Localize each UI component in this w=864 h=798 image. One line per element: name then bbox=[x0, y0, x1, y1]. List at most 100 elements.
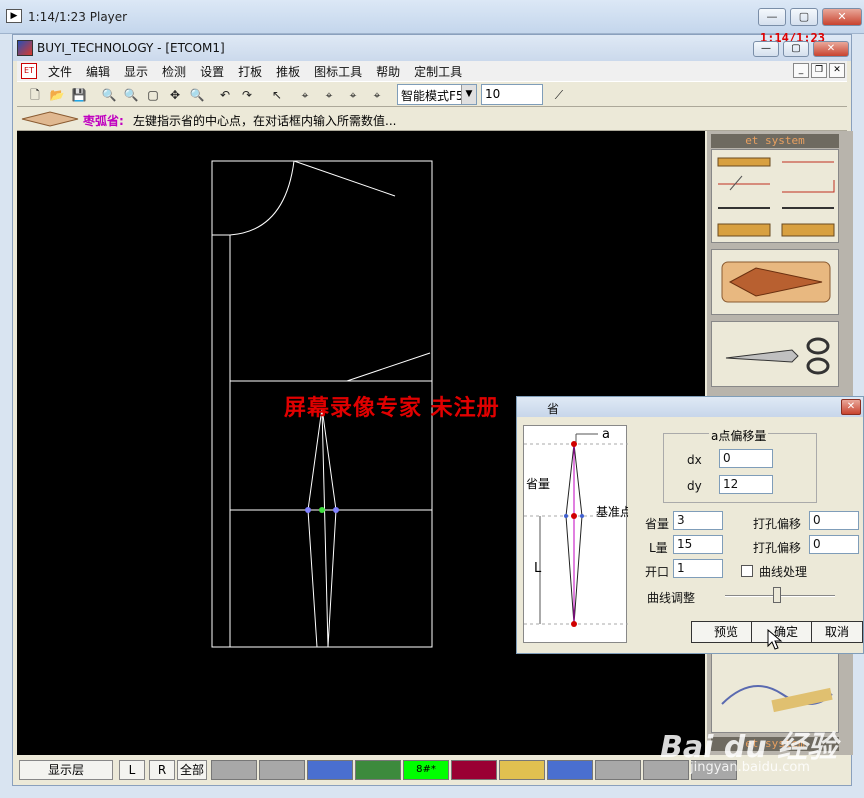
zoom-in-icon[interactable]: 🔍 bbox=[121, 85, 141, 105]
dart-center-point[interactable] bbox=[319, 507, 325, 513]
curve-process-checkbox[interactable] bbox=[741, 565, 753, 577]
document-icon[interactable]: ET bbox=[21, 63, 37, 79]
mdi-minimize-button[interactable]: _ bbox=[793, 63, 809, 78]
parallel-line-tool-icon[interactable] bbox=[718, 175, 770, 191]
pan-icon[interactable]: ✥ bbox=[165, 85, 185, 105]
dy-label: dy bbox=[687, 479, 702, 493]
dialog-close-button[interactable]: ✕ bbox=[841, 399, 861, 415]
curve-adjust-slider-thumb[interactable] bbox=[773, 587, 781, 603]
menu-check[interactable]: 检测 bbox=[155, 61, 193, 82]
hint-text: 左键指示省的中心点，在对话框内输入所需数值... bbox=[133, 114, 397, 128]
save-icon[interactable]: 💾 bbox=[69, 85, 89, 105]
shoulder-line bbox=[293, 160, 396, 197]
display-layer-button[interactable]: 显示层 bbox=[19, 760, 113, 780]
offset-group-title: a点偏移量 bbox=[709, 427, 769, 444]
dart-left bbox=[321, 407, 337, 648]
dart-dialog: 省 ✕ a 省量 基准点 L a点偏移量 dx 0 dy 12 省量 3 打孔偏… bbox=[516, 396, 864, 654]
dart-amount-label: 省量 bbox=[645, 517, 670, 531]
dx-input[interactable]: 0 bbox=[719, 449, 773, 468]
cancel-button[interactable]: 取消 bbox=[811, 621, 863, 643]
tool-grid-panel bbox=[711, 149, 839, 243]
player-close-button[interactable]: ✕ bbox=[822, 8, 862, 26]
l-amount-input[interactable]: 15 bbox=[673, 535, 723, 554]
measure-tool-panel[interactable] bbox=[711, 653, 839, 733]
opening-input[interactable]: 1 bbox=[673, 559, 723, 578]
palette-header-top: et system bbox=[711, 134, 839, 148]
select-delete-icon[interactable]: ↖ bbox=[267, 85, 287, 105]
hole-offset-input-2[interactable]: 0 bbox=[809, 535, 859, 554]
hole-offset-input-1[interactable]: 0 bbox=[809, 511, 859, 530]
player-minimize-button[interactable]: — bbox=[758, 8, 786, 26]
menu-file[interactable]: 文件 bbox=[41, 61, 79, 82]
color-swatch[interactable] bbox=[211, 760, 257, 780]
scissors-tool-panel[interactable] bbox=[711, 321, 839, 387]
angle-line-tool-icon[interactable] bbox=[782, 180, 835, 193]
zoom-all-icon[interactable]: 🔍 bbox=[187, 85, 207, 105]
menu-pattern[interactable]: 打板 bbox=[231, 61, 269, 82]
menu-help[interactable]: 帮助 bbox=[369, 61, 407, 82]
player-maximize-button[interactable]: ▢ bbox=[790, 8, 818, 26]
color-swatch[interactable]: 8#* bbox=[403, 760, 449, 780]
player-icon: ▶ bbox=[6, 9, 22, 23]
zoom-out-icon[interactable]: 🔍 bbox=[99, 85, 119, 105]
pencil-tool-icon[interactable] bbox=[717, 157, 771, 167]
dialog-title: 省 bbox=[547, 402, 560, 416]
app-titlebar: BUYI_TECHNOLOGY - [ETCOM1] 1:14/1:23 — ▢… bbox=[13, 31, 851, 61]
menu-settings[interactable]: 设置 bbox=[193, 61, 231, 82]
hole-offset-label-1: 打孔偏移 bbox=[753, 517, 802, 531]
menu-view[interactable]: 显示 bbox=[117, 61, 155, 82]
left-side-button[interactable]: L bbox=[119, 760, 145, 780]
color-swatch[interactable] bbox=[547, 760, 593, 780]
mdi-close-button[interactable]: ✕ bbox=[829, 63, 845, 78]
tape-measure-icon-2[interactable] bbox=[781, 223, 835, 237]
preview-label-dart: 省量 bbox=[526, 477, 550, 491]
point-tool-icon-4[interactable]: ⌖ bbox=[367, 85, 387, 105]
redo-icon[interactable]: ↷ bbox=[237, 85, 257, 105]
dart-point-right[interactable] bbox=[333, 507, 339, 513]
zoom-window-icon[interactable]: ▢ bbox=[143, 85, 163, 105]
side-line bbox=[346, 352, 431, 382]
open-folder-icon[interactable]: 📂 bbox=[47, 85, 67, 105]
dart-point-left[interactable] bbox=[305, 507, 311, 513]
dy-input[interactable]: 12 bbox=[719, 475, 773, 494]
dart-right bbox=[307, 407, 323, 648]
app-logo-icon bbox=[17, 40, 33, 56]
chevron-down-icon[interactable]: ▼ bbox=[461, 85, 476, 104]
dart-amount-input[interactable]: 3 bbox=[673, 511, 723, 530]
all-layers-button[interactable]: 全部 bbox=[177, 760, 207, 780]
undo-icon[interactable]: ↶ bbox=[215, 85, 235, 105]
app-minimize-button[interactable]: — bbox=[753, 41, 779, 57]
color-swatch[interactable] bbox=[451, 760, 497, 780]
app-close-button[interactable]: ✕ bbox=[813, 41, 849, 57]
hint-tool-label: 枣弧省: bbox=[83, 114, 124, 128]
color-swatch[interactable] bbox=[499, 760, 545, 780]
dart-tool-icon[interactable] bbox=[712, 250, 840, 316]
measure-tool-icon[interactable]: ⟋ bbox=[549, 85, 569, 105]
dart-tool-panel[interactable] bbox=[711, 249, 839, 315]
hint-bar: 枣弧省: 左键指示省的中心点，在对话框内输入所需数值... bbox=[17, 107, 847, 131]
tape-measure-icon-1[interactable] bbox=[717, 223, 771, 237]
point-tool-icon-2[interactable]: ⌖ bbox=[319, 85, 339, 105]
point-tool-icon-3[interactable]: ⌖ bbox=[343, 85, 363, 105]
menu-icon-tools[interactable]: 图标工具 bbox=[307, 61, 369, 82]
curve-adjust-label: 曲线调整 bbox=[647, 591, 696, 605]
value-input[interactable]: 10 bbox=[481, 84, 543, 105]
point-tool-icon-1[interactable]: ⌖ bbox=[295, 85, 315, 105]
color-swatch[interactable] bbox=[307, 760, 353, 780]
new-file-icon[interactable]: 🗋 bbox=[25, 85, 45, 105]
mode-select[interactable]: 智能模式F5 ▼ bbox=[397, 84, 477, 105]
dialog-titlebar: 省 ✕ bbox=[517, 397, 863, 417]
mdi-restore-button[interactable]: ❐ bbox=[811, 63, 827, 78]
hole-offset-label-2: 打孔偏移 bbox=[753, 541, 802, 555]
right-side-button[interactable]: R bbox=[149, 760, 175, 780]
color-swatch[interactable] bbox=[595, 760, 641, 780]
menu-custom-tools[interactable]: 定制工具 bbox=[407, 61, 469, 82]
preview-label-a: a bbox=[602, 427, 610, 442]
color-swatch[interactable] bbox=[259, 760, 305, 780]
color-swatch[interactable] bbox=[355, 760, 401, 780]
menu-edit[interactable]: 编辑 bbox=[79, 61, 117, 82]
menu-grading[interactable]: 推板 bbox=[269, 61, 307, 82]
app-maximize-button[interactable]: ▢ bbox=[783, 41, 809, 57]
scissors-icon[interactable] bbox=[712, 322, 840, 388]
app-title: BUYI_TECHNOLOGY - [ETCOM1] bbox=[37, 41, 225, 55]
